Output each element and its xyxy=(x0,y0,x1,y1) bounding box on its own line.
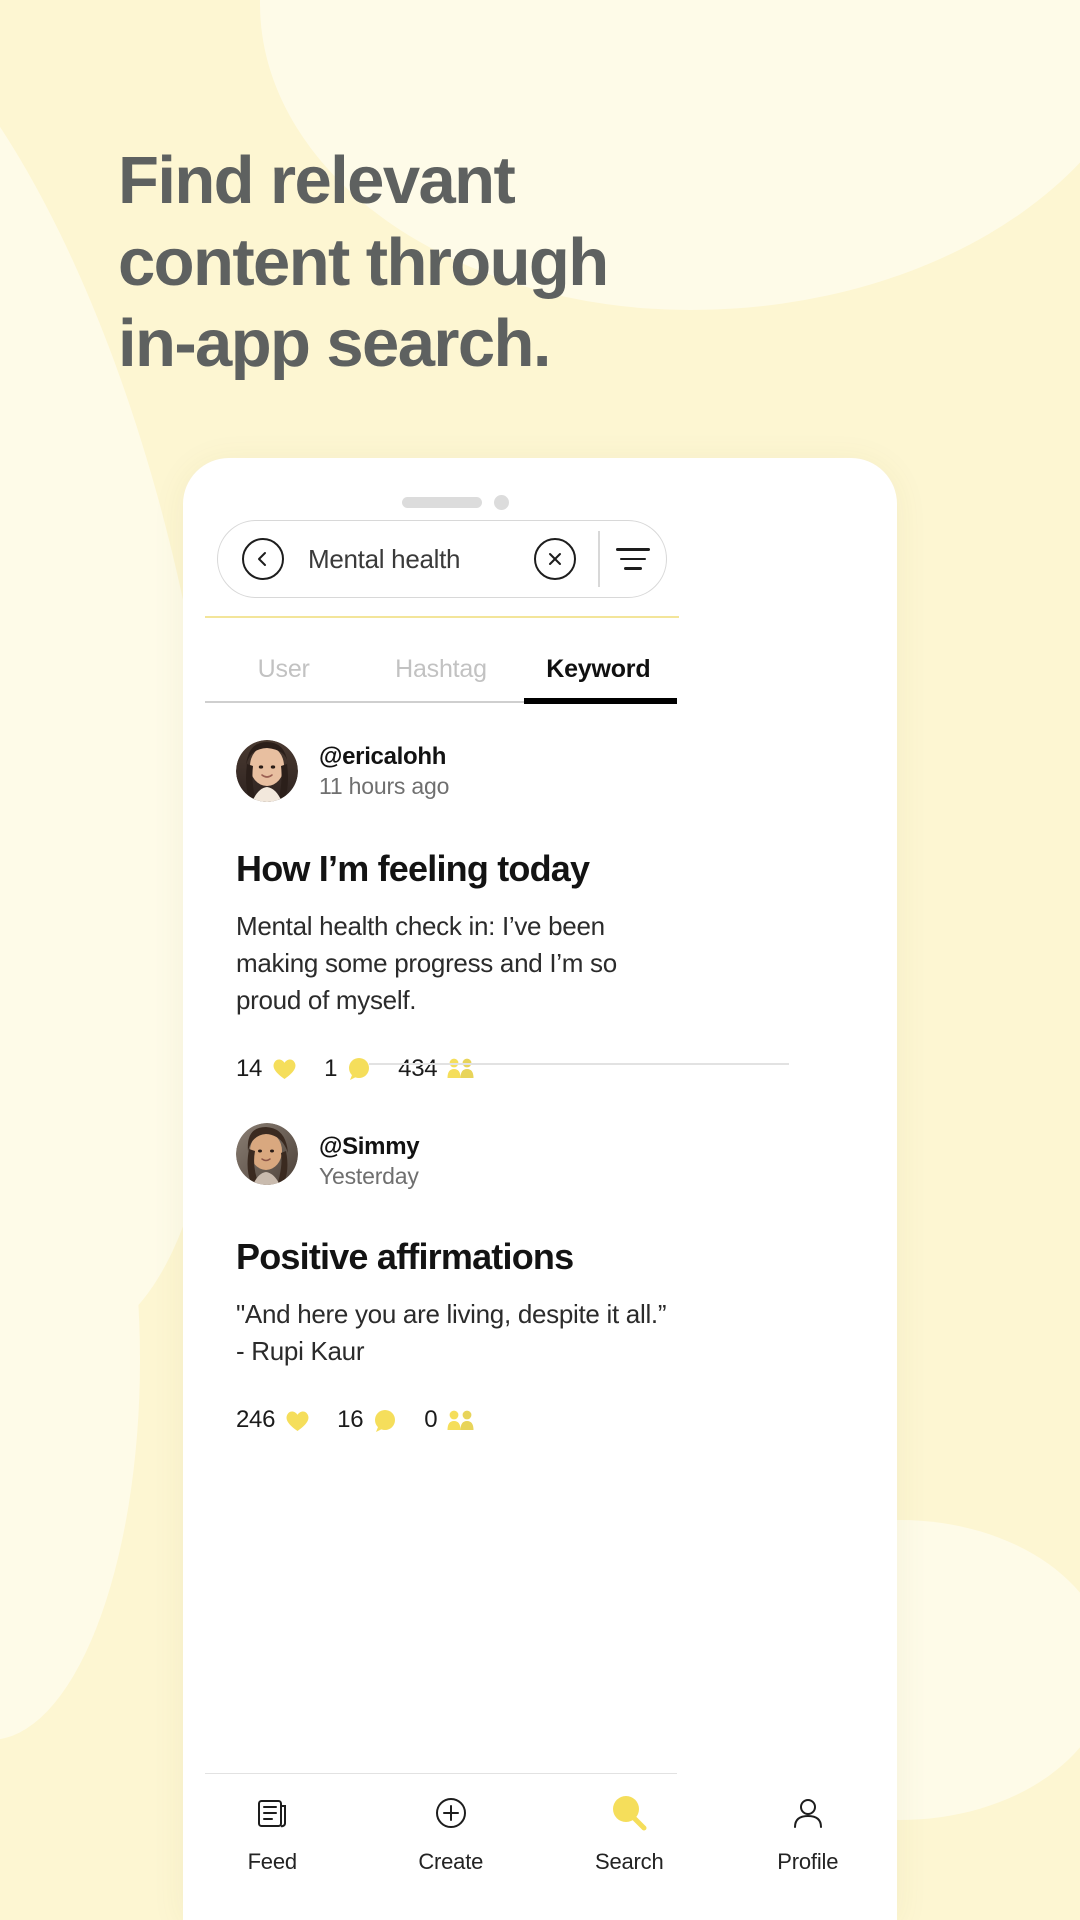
nav-label-create: Create xyxy=(418,1849,484,1874)
share-people-icon[interactable] xyxy=(446,1056,476,1081)
phone-speaker xyxy=(402,497,482,508)
search-result-tabs: User Hashtag Keyword xyxy=(205,638,677,700)
post-body: "And here you are living, despite it all… xyxy=(183,1296,897,1370)
back-button[interactable] xyxy=(242,538,284,580)
post-card[interactable]: @Simmy Yesterday Positive affirmations "… xyxy=(183,1118,897,1434)
like-stat[interactable]: 246 xyxy=(236,1406,311,1434)
nav-item-profile[interactable]: Profile xyxy=(719,1791,898,1875)
promo-headline: Find relevant content through in-app sea… xyxy=(118,140,818,385)
like-count: 14 xyxy=(236,1054,263,1082)
close-icon xyxy=(545,549,565,569)
post-timestamp: 11 hours ago xyxy=(319,772,450,799)
search-bar[interactable]: Mental health xyxy=(217,520,667,598)
comment-count: 1 xyxy=(324,1054,338,1082)
nav-item-create[interactable]: Create xyxy=(362,1791,541,1875)
tab-hashtag[interactable]: Hashtag xyxy=(362,638,519,700)
search-icon xyxy=(608,1791,650,1835)
heart-icon[interactable] xyxy=(284,1408,311,1433)
comment-icon[interactable] xyxy=(372,1408,398,1433)
share-stat[interactable]: 0 xyxy=(424,1406,476,1434)
post-card[interactable]: @ericalohh 11 hours ago How I’m feeling … xyxy=(183,740,897,1083)
person-icon xyxy=(789,1791,827,1835)
tab-user[interactable]: User xyxy=(205,638,362,700)
share-count: 0 xyxy=(424,1406,438,1434)
bottom-nav: Feed Create Search Profile xyxy=(183,1772,897,1894)
post-body-line: making some progress and I’m so xyxy=(236,947,617,978)
nav-label-feed: Feed xyxy=(247,1849,298,1874)
filter-sort-icon-line-3 xyxy=(624,567,642,570)
post-body: Mental health check in: I’ve been making… xyxy=(183,908,897,1019)
comment-stat[interactable]: 1 xyxy=(324,1055,372,1083)
post-author-meta: @Simmy Yesterday xyxy=(319,1132,420,1190)
like-count: 246 xyxy=(236,1406,276,1434)
post-body-line: "And here you are living, despite it all… xyxy=(236,1299,667,1330)
like-stat[interactable]: 14 xyxy=(236,1055,298,1083)
plus-circle-icon xyxy=(432,1791,470,1835)
feed-icon xyxy=(253,1791,291,1835)
comment-stat[interactable]: 16 xyxy=(337,1406,398,1434)
headline-line-3: in-app search. xyxy=(118,306,551,382)
tab-active-indicator xyxy=(524,698,677,704)
post-body-line: proud of myself. xyxy=(236,984,417,1015)
post-timestamp: Yesterday xyxy=(319,1162,419,1189)
headline-line-1: Find relevant xyxy=(118,143,516,218)
headline-line-2: content through xyxy=(118,224,609,300)
nav-item-feed[interactable]: Feed xyxy=(183,1791,362,1875)
clear-search-button[interactable] xyxy=(534,538,577,580)
search-input[interactable]: Mental health xyxy=(308,544,534,575)
nav-label-profile: Profile xyxy=(777,1849,839,1874)
post-title[interactable]: Positive affirmations xyxy=(183,1236,897,1278)
post-title[interactable]: How I’m feeling today xyxy=(183,848,897,890)
comment-icon[interactable] xyxy=(346,1056,372,1081)
post-handle[interactable]: @ericalohh xyxy=(319,742,449,772)
phone-notch xyxy=(183,493,897,515)
tab-keyword[interactable]: Keyword xyxy=(520,638,677,700)
post-stats: 14 1 434 xyxy=(183,1055,897,1083)
phone-camera-icon xyxy=(494,495,509,510)
heart-icon[interactable] xyxy=(271,1056,298,1081)
post-separator xyxy=(369,1063,789,1065)
filter-button[interactable] xyxy=(600,548,666,570)
post-body-line: - Rupi Kaur xyxy=(236,1336,365,1367)
nav-item-search[interactable]: Search xyxy=(540,1791,719,1875)
chevron-left-icon xyxy=(253,549,273,569)
post-author-row[interactable]: @ericalohh 11 hours ago xyxy=(183,740,897,802)
comment-count: 16 xyxy=(337,1406,364,1434)
search-bottom-rule xyxy=(205,616,679,618)
avatar xyxy=(236,740,298,802)
post-stats: 246 16 0 xyxy=(183,1406,897,1434)
filter-sort-icon-line-1 xyxy=(616,548,650,551)
post-author-meta: @ericalohh 11 hours ago xyxy=(319,742,449,800)
post-handle[interactable]: @Simmy xyxy=(319,1132,420,1162)
filter-sort-icon-line-2 xyxy=(620,557,646,561)
avatar xyxy=(236,1123,298,1186)
share-people-icon[interactable] xyxy=(446,1408,476,1433)
phone-mockup: Mental health User Hashtag Keyword @eric… xyxy=(183,458,897,1920)
share-stat[interactable]: 434 xyxy=(398,1055,476,1083)
post-body-line: Mental health check in: I’ve been xyxy=(236,911,605,941)
share-count: 434 xyxy=(398,1054,438,1082)
post-author-row[interactable]: @Simmy Yesterday xyxy=(183,1118,897,1190)
nav-label-search: Search xyxy=(594,1849,664,1874)
